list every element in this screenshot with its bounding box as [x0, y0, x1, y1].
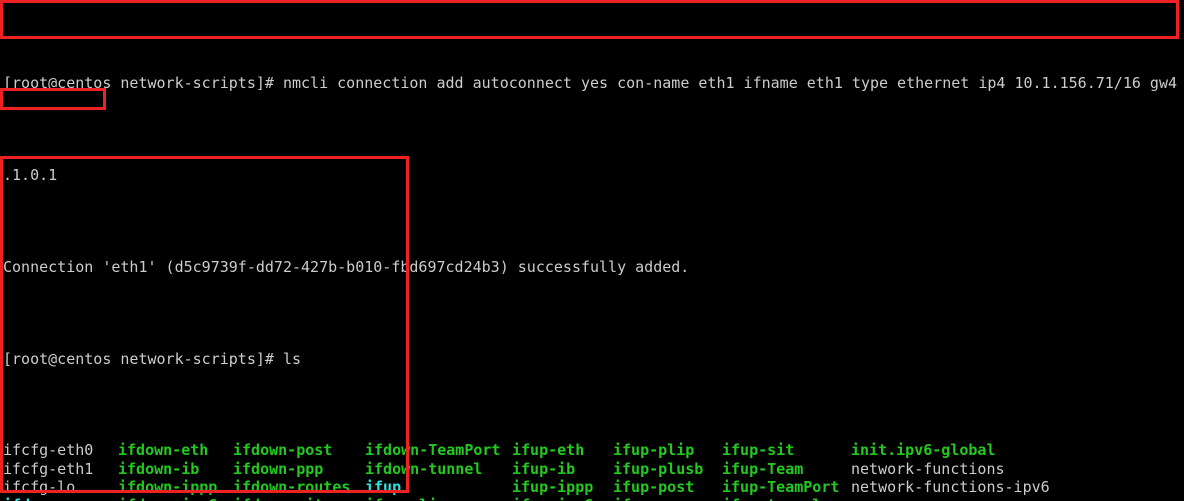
- ls-entry: ifdown-eth: [118, 441, 209, 460]
- ls-entry: ifdown-TeamPort: [365, 441, 501, 460]
- command-text-nmcli: nmcli connection add autoconnect yes con…: [282, 74, 1184, 93]
- ls-entry: ifdown-ppp: [233, 459, 324, 478]
- ls-entry: ifdown-routes: [233, 477, 351, 496]
- ls-entry: ifup-tunnel: [722, 496, 821, 501]
- ls-entry: ifup-TeamPort: [722, 477, 840, 496]
- ls-entry: ifdown-ib: [118, 459, 200, 478]
- command-line-ls: [root@centos network-scripts]# ls: [3, 350, 1184, 368]
- command-text-ls: ls: [282, 349, 302, 368]
- ls-entry: ifup-ippp: [512, 477, 594, 496]
- ls-entry: ifdown-ipv6: [118, 496, 217, 501]
- shell-prompt: [root@centos network-scripts]#: [3, 74, 283, 93]
- ls-entry: ifup-aliases: [365, 496, 473, 501]
- ls-entry: ifdown-post: [233, 441, 333, 460]
- ls-entry: ifdown-ippp: [118, 477, 218, 496]
- ls-entry: ifup-plusb: [613, 459, 704, 478]
- ls-entry: ifup-sit: [722, 441, 795, 460]
- ls-entry: ifup-Team: [722, 459, 804, 478]
- ls-entry: ifup-ipv6: [512, 496, 593, 501]
- command-line-nmcli-wrap: .1.0.1: [3, 166, 1184, 184]
- ls-entry: ifdown-sit: [233, 496, 323, 501]
- ls-entry: ifcfg-eth1: [3, 459, 94, 478]
- ls-entry: ifdown: [3, 496, 57, 501]
- ls-entry: network-functions: [851, 459, 1005, 478]
- shell-prompt-ls: [root@centos network-scripts]#: [3, 349, 283, 368]
- ls-entry: ifdown-tunnel: [365, 459, 483, 478]
- ls-entry: ifup-ib: [512, 459, 576, 478]
- terminal-output: [root@centos network-scripts]# nmcli con…: [3, 1, 1184, 501]
- ls-entry: init.ipv6-global: [851, 441, 996, 460]
- ls-entry: ifup: [365, 477, 402, 496]
- output-connection-added: Connection 'eth1' (d5c9739f-dd72-427b-b0…: [3, 258, 1184, 276]
- ls-output-grid: ifcfg-eth0ifcfg-eth1ifcfg-loifdown ifdown…: [3, 441, 1184, 501]
- ls-entry: ifup-plip: [613, 441, 695, 460]
- ls-entry: ifcfg-lo: [3, 477, 76, 496]
- ls-entry: ifup-post: [613, 477, 695, 496]
- terminal-window[interactable]: [root@centos network-scripts]# nmcli con…: [0, 0, 1184, 501]
- command-line-nmcli: [root@centos network-scripts]# nmcli con…: [3, 74, 1184, 92]
- command-text-nmcli-wrap: .1.0.1: [3, 166, 58, 185]
- output-text-connection-added: Connection 'eth1' (d5c9739f-dd72-427b-b0…: [3, 257, 690, 276]
- ls-entry: ifcfg-eth0: [3, 441, 94, 460]
- ls-entry: ifup-eth: [512, 441, 585, 460]
- ls-entry: network-functions-ipv6: [851, 477, 1050, 496]
- ls-entry: ifup-ppp: [613, 496, 685, 501]
